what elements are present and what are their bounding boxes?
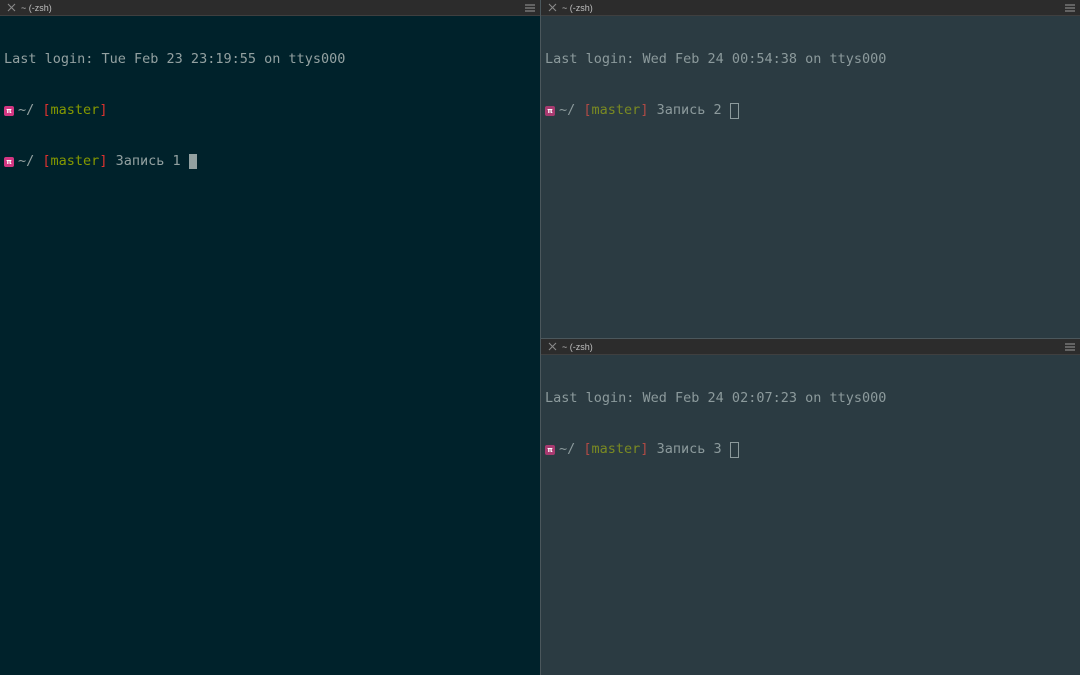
hamburger-menu-icon[interactable] [524, 2, 536, 14]
close-icon[interactable] [3, 0, 19, 16]
git-branch: master [50, 102, 100, 118]
terminal-output[interactable]: Last login: Wed Feb 24 00:54:38 on ttys0… [541, 16, 1080, 153]
git-branch: master [50, 153, 100, 169]
close-icon[interactable] [544, 0, 560, 16]
git-branch: master [591, 102, 641, 118]
prompt-badge-icon: π [4, 105, 14, 116]
pane-tab-title[interactable]: ~ (-zsh) [562, 3, 593, 13]
prompt-line: π ~/ [master] Запись 3 [545, 441, 1080, 458]
pane-tab-bar: ~ (-zsh) [0, 0, 540, 16]
hamburger-menu-icon[interactable] [1064, 2, 1076, 14]
prompt-dir: ~/ [559, 441, 576, 457]
prompt-badge-icon: π [4, 156, 14, 167]
prompt-dir: ~/ [18, 153, 35, 169]
last-login-line: Last login: Wed Feb 24 00:54:38 on ttys0… [545, 51, 887, 67]
cursor [729, 102, 739, 119]
terminal-output[interactable]: Last login: Tue Feb 23 23:19:55 on ttys0… [0, 16, 540, 204]
command-input[interactable]: Запись 3 [657, 441, 722, 458]
cursor [729, 441, 739, 458]
terminal-window: ~ (-zsh) Last login: Tue Feb 23 23:19:55… [0, 0, 1080, 675]
terminal-pane-left[interactable]: ~ (-zsh) Last login: Tue Feb 23 23:19:55… [0, 0, 540, 675]
prompt-badge-icon: π [545, 444, 555, 455]
terminal-pane-right-top[interactable]: ~ (-zsh) Last login: Wed Feb 24 00:54:38… [541, 0, 1080, 338]
cursor [188, 154, 197, 169]
prompt-badge-icon: π [545, 105, 555, 116]
pane-tab-title[interactable]: ~ (-zsh) [562, 342, 593, 352]
command-input[interactable]: Запись 1 [116, 153, 181, 170]
hamburger-menu-icon[interactable] [1064, 341, 1076, 353]
prompt-line: π ~/ [master] [4, 102, 540, 119]
pane-tab-bar: ~ (-zsh) [541, 339, 1080, 355]
command-input[interactable]: Запись 2 [657, 102, 722, 119]
last-login-line: Last login: Tue Feb 23 23:19:55 on ttys0… [4, 51, 346, 67]
terminal-pane-right-bottom[interactable]: ~ (-zsh) Last login: Wed Feb 24 02:07:23… [541, 339, 1080, 675]
last-login-line: Last login: Wed Feb 24 02:07:23 on ttys0… [545, 390, 887, 406]
prompt-line: π ~/ [master] Запись 2 [545, 102, 1080, 119]
pane-tab-bar: ~ (-zsh) [541, 0, 1080, 16]
prompt-dir: ~/ [559, 102, 576, 118]
close-icon[interactable] [544, 339, 560, 355]
git-branch: master [591, 441, 641, 457]
prompt-dir: ~/ [18, 102, 35, 118]
pane-tab-title[interactable]: ~ (-zsh) [21, 3, 52, 13]
terminal-output[interactable]: Last login: Wed Feb 24 02:07:23 on ttys0… [541, 355, 1080, 492]
prompt-line: π ~/ [master] Запись 1 [4, 153, 540, 170]
